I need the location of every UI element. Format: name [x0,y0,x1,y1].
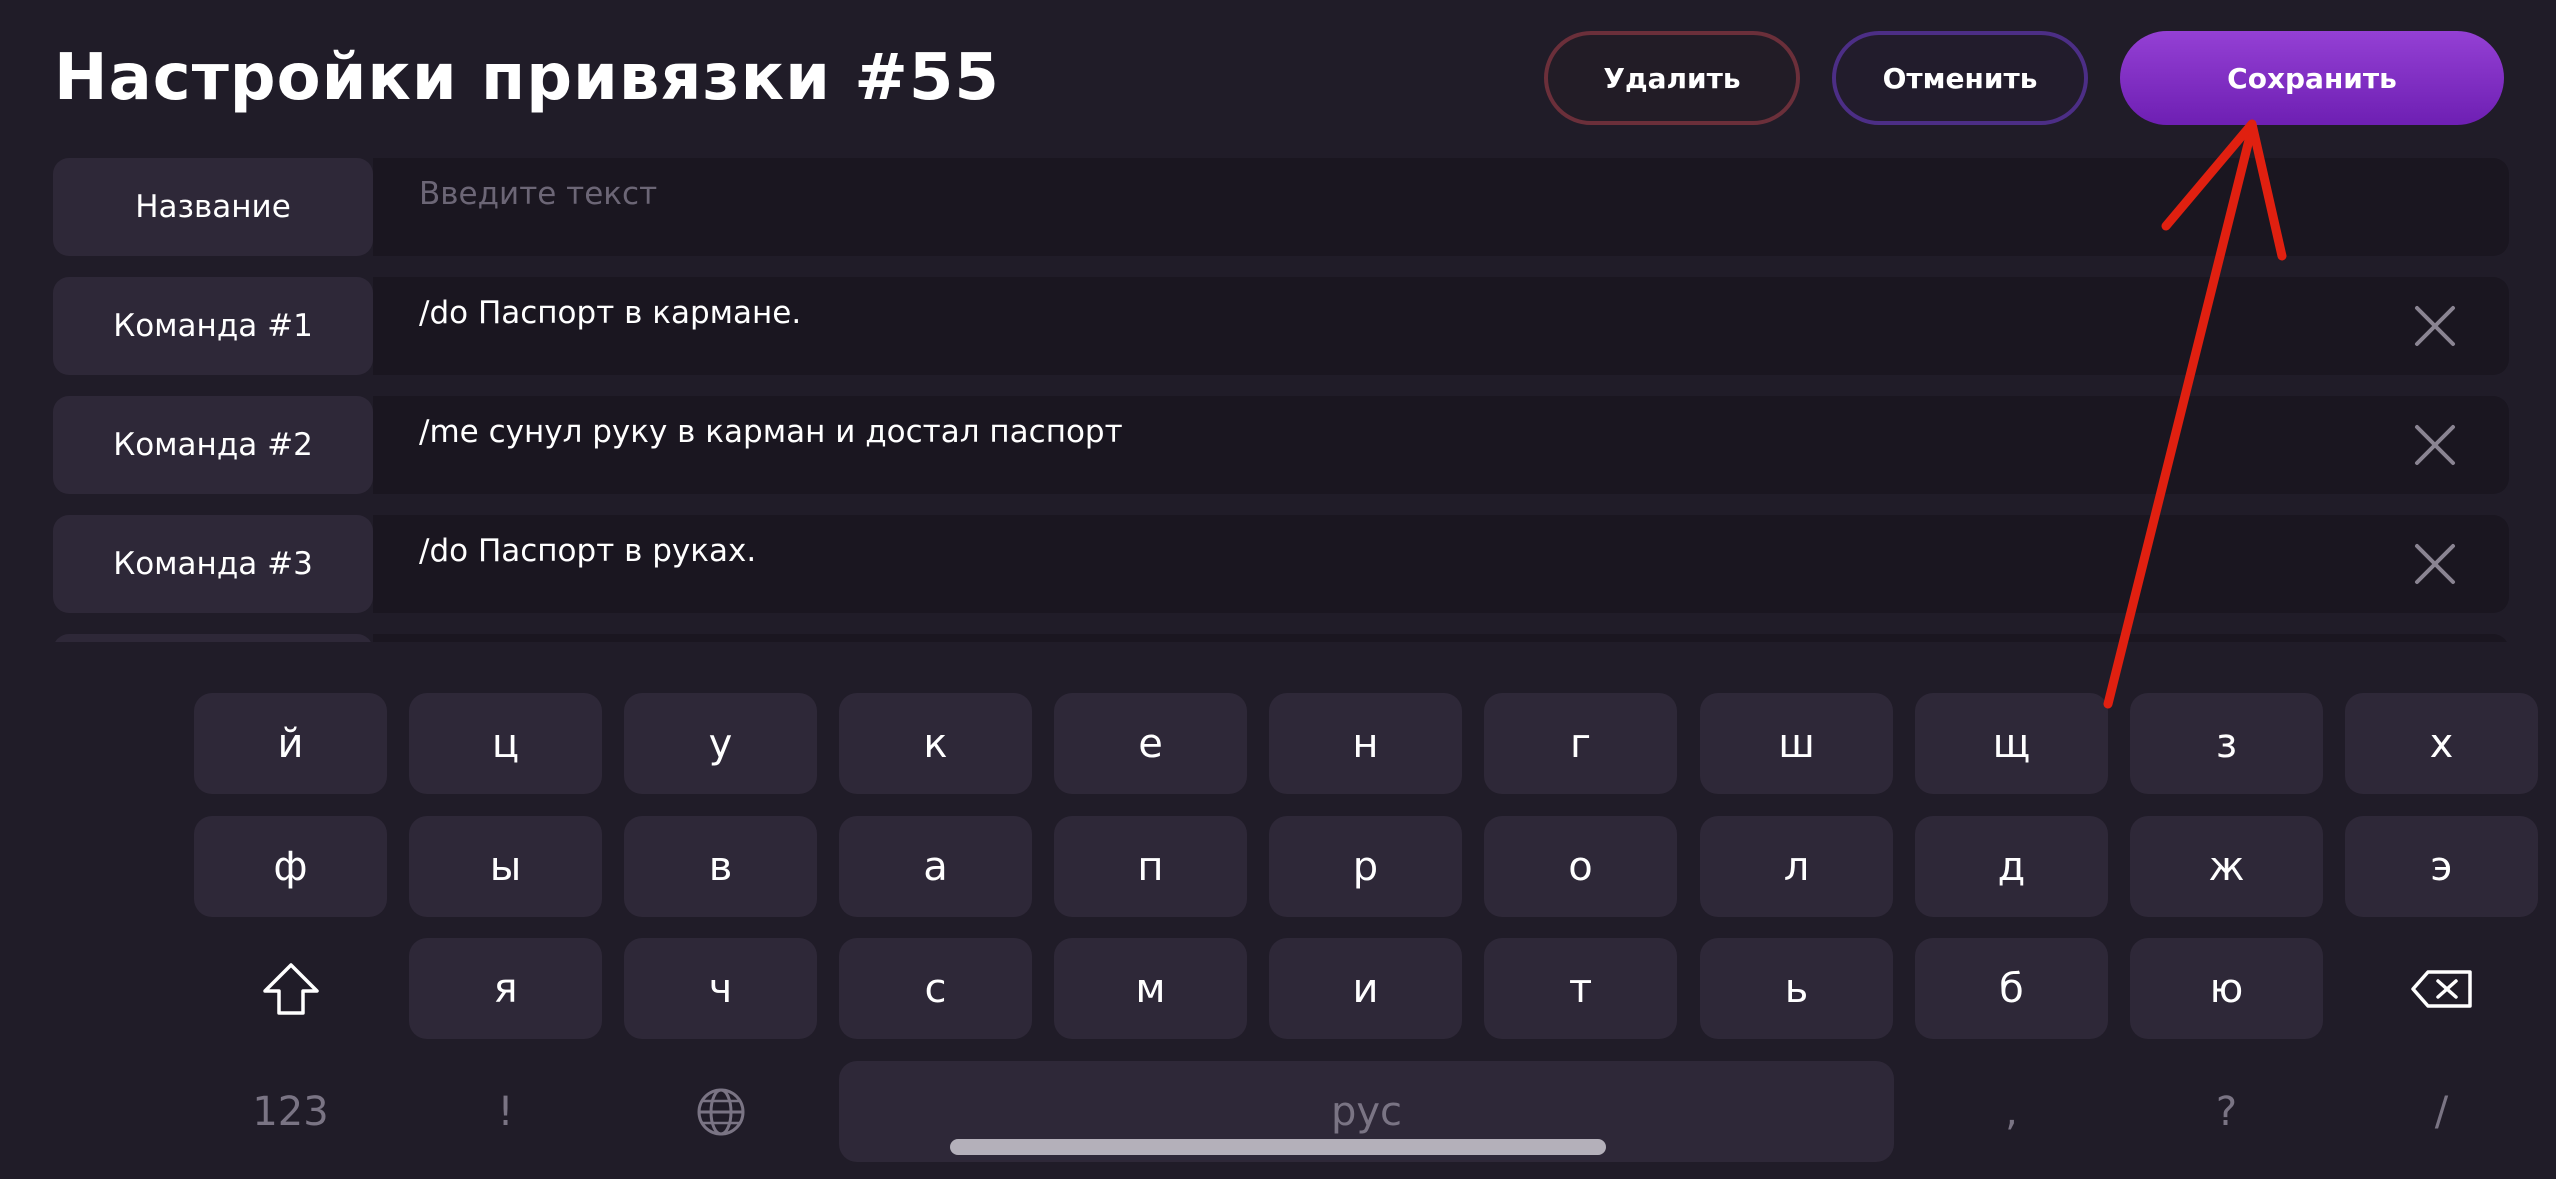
globe-key[interactable] [624,1061,817,1162]
key[interactable]: з [2130,693,2323,794]
slash-key[interactable]: / [2345,1061,2538,1162]
key[interactable]: ц [409,693,602,794]
shift-key[interactable] [194,938,387,1039]
key[interactable]: ш [1700,693,1893,794]
onscreen-keyboard: й ц у к е н г ш щ з х ф ы в а п р о л д … [0,660,2556,1179]
key[interactable]: о [1484,816,1677,917]
command-input-2-value: /me сунул руку в карман и достал паспорт [419,414,1123,450]
key[interactable]: б [1915,938,2108,1039]
comma-key[interactable]: , [1915,1061,2108,1162]
key[interactable]: в [624,816,817,917]
command-row-3: Команда #3 /do Паспорт в руках. [53,515,2509,613]
name-label: Название [53,158,373,256]
command-label-2: Команда #2 [53,396,373,494]
command-row-1: Команда #1 /do Паспорт в кармане. [53,277,2509,375]
key[interactable]: э [2345,816,2538,917]
key[interactable]: л [1700,816,1893,917]
key[interactable]: й [194,693,387,794]
key[interactable]: н [1269,693,1462,794]
binding-settings-screen: Настройки привязки #55 Удалить Отменить … [0,0,2556,1179]
save-button[interactable]: Сохранить [2120,31,2504,125]
clear-command-2-icon[interactable] [2409,419,2461,471]
key[interactable]: я [409,938,602,1039]
backspace-icon [2410,969,2472,1008]
home-indicator [950,1139,1606,1155]
delete-button[interactable]: Удалить [1544,31,1800,125]
page-title: Настройки привязки #55 [54,41,1000,115]
key[interactable]: к [839,693,1032,794]
cancel-button[interactable]: Отменить [1832,31,2088,125]
key[interactable]: ж [2130,816,2323,917]
shift-icon [262,962,319,1015]
key[interactable]: а [839,816,1032,917]
numbers-key[interactable]: 123 [194,1061,387,1162]
key[interactable]: ф [194,816,387,917]
key[interactable]: т [1484,938,1677,1039]
clear-command-1-icon[interactable] [2409,300,2461,352]
backspace-key[interactable] [2345,938,2538,1039]
command-row-partial [53,634,2509,642]
key[interactable]: ь [1700,938,1893,1039]
command-label-partial [53,634,373,642]
command-row-2: Команда #2 /me сунул руку в карман и дос… [53,396,2509,494]
clear-command-3-icon[interactable] [2409,538,2461,590]
globe-icon [697,1088,744,1135]
command-input-1-value: /do Паспорт в кармане. [419,295,802,331]
key[interactable]: с [839,938,1032,1039]
name-input[interactable] [373,158,2509,256]
key[interactable]: г [1484,693,1677,794]
command-input-partial[interactable] [373,634,2509,642]
exclamation-key[interactable]: ! [409,1061,602,1162]
key[interactable]: ю [2130,938,2323,1039]
key[interactable]: и [1269,938,1462,1039]
key[interactable]: у [624,693,817,794]
name-row: Название Введите текст [53,158,2509,256]
key[interactable]: х [2345,693,2538,794]
question-key[interactable]: ? [2130,1061,2323,1162]
key[interactable]: д [1915,816,2108,917]
key[interactable]: м [1054,938,1247,1039]
command-label-1: Команда #1 [53,277,373,375]
key[interactable]: р [1269,816,1462,917]
name-input-placeholder: Введите текст [419,176,658,212]
key[interactable]: п [1054,816,1247,917]
command-label-3: Команда #3 [53,515,373,613]
key[interactable]: щ [1915,693,2108,794]
key[interactable]: ы [409,816,602,917]
key[interactable]: е [1054,693,1247,794]
command-input-3-value: /do Паспорт в руках. [419,533,757,569]
key[interactable]: ч [624,938,817,1039]
